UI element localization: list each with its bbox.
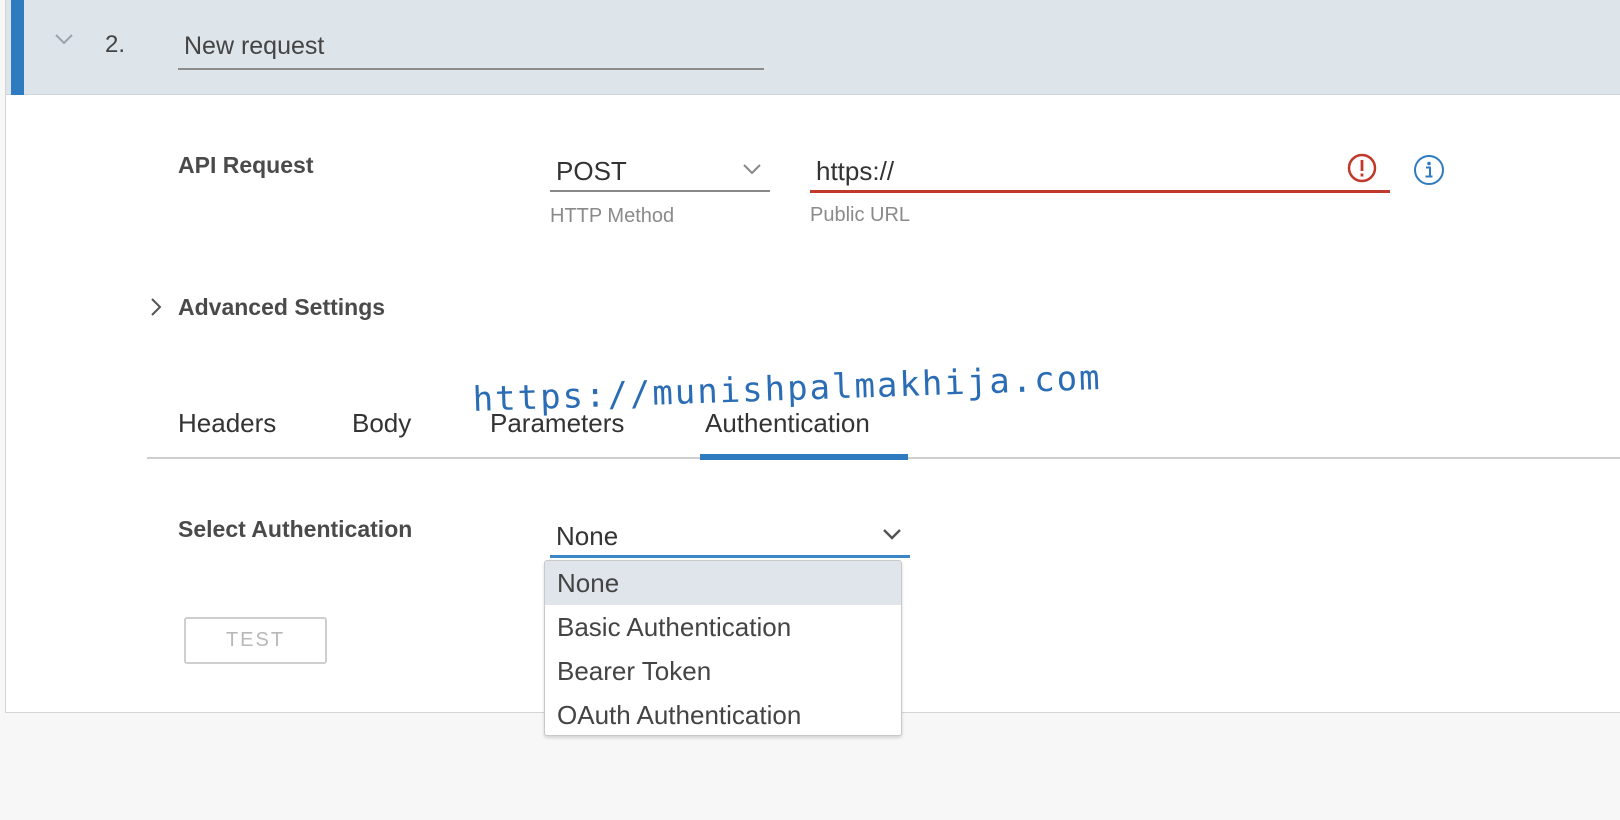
http-method-select[interactable]: POST	[550, 148, 770, 192]
http-method-value[interactable]: POST	[556, 156, 627, 187]
public-url-value[interactable]: https://	[816, 156, 894, 187]
accent-bar	[11, 0, 24, 95]
tab-body[interactable]: Body	[352, 408, 411, 439]
api-request-label: API Request	[178, 152, 314, 178]
select-authentication-label: Select Authentication	[178, 516, 413, 542]
test-button[interactable]: TEST	[184, 617, 327, 664]
error-circle-icon	[1346, 152, 1378, 189]
chevron-right-icon[interactable]	[149, 296, 163, 323]
http-method-helper: HTTP Method	[550, 205, 675, 227]
request-name-value[interactable]: New request	[184, 32, 324, 61]
step-number: 2.	[105, 31, 126, 58]
public-url-helper: Public URL	[810, 204, 911, 226]
request-name-input[interactable]: New request	[178, 26, 764, 70]
tab-authentication[interactable]: Authentication	[705, 408, 870, 439]
dropdown-option-none[interactable]: None	[545, 561, 901, 605]
dropdown-option-bearer-token[interactable]: Bearer Token	[545, 649, 901, 693]
authentication-select-value[interactable]: None	[556, 521, 618, 552]
tab-headers[interactable]: Headers	[178, 408, 276, 439]
tab-parameters[interactable]: Parameters	[490, 408, 624, 439]
dropdown-option-basic-authentication[interactable]: Basic Authentication	[545, 605, 901, 649]
chevron-down-icon	[743, 164, 761, 175]
dropdown-option-oauth-authentication[interactable]: OAuth Authentication	[545, 693, 901, 735]
chevron-down-icon	[883, 529, 901, 540]
authentication-dropdown-menu: None Basic Authentication Bearer Token O…	[544, 560, 902, 736]
active-tab-indicator	[700, 454, 908, 460]
advanced-settings-toggle[interactable]: Advanced Settings	[178, 294, 385, 321]
chevron-down-icon[interactable]	[54, 32, 74, 46]
authentication-select[interactable]: None	[550, 515, 910, 558]
request-header: 2. New request	[6, 0, 1620, 95]
info-icon[interactable]	[1413, 154, 1445, 191]
public-url-input[interactable]: https://	[810, 148, 1390, 193]
